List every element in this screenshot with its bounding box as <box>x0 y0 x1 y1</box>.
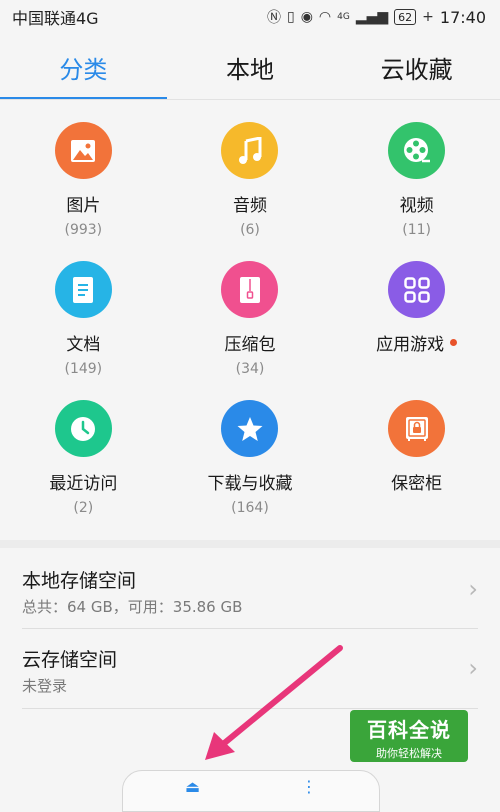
category-count: (149) <box>64 361 103 377</box>
section-separator <box>0 540 500 548</box>
category-label: 最近访问 <box>49 474 118 494</box>
category-count: (164) <box>231 500 269 516</box>
apps-icon <box>403 276 430 303</box>
category-label: 保密柜 <box>391 474 443 494</box>
star-icon <box>237 416 263 441</box>
watermark-logo: 百科全说 助你轻松解决 <box>350 710 468 762</box>
category-archives[interactable]: 压缩包 (34) <box>167 251 334 390</box>
category-label: 下载与收藏 <box>207 474 293 494</box>
local-storage-row[interactable]: 本地存储空间 总共：64 GB，可用：35.86 GB › <box>0 548 500 628</box>
cloud-storage-row[interactable]: 云存储空间 未登录 › <box>0 629 500 709</box>
charging-icon: + <box>422 9 434 25</box>
watermark-subtitle: 助你轻松解决 <box>376 747 442 760</box>
category-label: 图片 <box>66 196 101 216</box>
category-circle <box>388 400 446 457</box>
tab-local[interactable]: 本地 <box>167 34 334 100</box>
category-label: 应用游戏 <box>376 330 458 355</box>
category-count: (993) <box>64 222 103 238</box>
category-circle <box>388 261 446 318</box>
category-video[interactable]: 视频 (11) <box>333 112 500 251</box>
tab-cloud-favorites[interactable]: 云收藏 <box>333 34 500 100</box>
clock-time: 17:40 <box>439 7 486 27</box>
archive-icon <box>239 276 260 303</box>
category-circle <box>388 122 446 179</box>
category-label: 视频 <box>399 196 434 216</box>
category-circle <box>54 122 112 179</box>
category-circle <box>221 261 279 318</box>
document-icon <box>73 276 94 303</box>
category-count: (2) <box>73 500 94 516</box>
category-circle <box>54 400 112 457</box>
cloud-storage-title: 云存储空间 <box>22 649 118 671</box>
safe-icon <box>405 416 428 441</box>
row-divider <box>22 708 478 709</box>
category-downloads-favorites[interactable]: 下载与收藏 (164) <box>167 390 334 529</box>
category-circle <box>221 400 279 457</box>
new-badge-dot <box>450 339 458 346</box>
battery-indicator: 62 <box>394 9 417 25</box>
local-storage-summary: 总共：64 GB，可用：35.86 GB <box>22 598 243 616</box>
chevron-right-icon: › <box>468 654 478 682</box>
tab-bar: 分类 本地 云收藏 <box>0 34 500 100</box>
category-count: (11) <box>402 222 432 238</box>
category-audio[interactable]: 音频 (6) <box>167 112 334 251</box>
status-icons: Ⓝ ▯ ◉ ◠ 4G ▂▄▆ 62 + 17:40 <box>267 7 486 27</box>
storage-clean-icon[interactable]: ⏏ <box>185 777 200 796</box>
eye-icon: ◉ <box>300 9 313 25</box>
watermark-title: 百科全说 <box>367 718 451 742</box>
category-documents[interactable]: 文档 (149) <box>0 251 167 390</box>
category-circle <box>221 122 279 179</box>
clock-icon <box>71 416 96 441</box>
category-label: 文档 <box>66 335 101 355</box>
tab-categories[interactable]: 分类 <box>0 34 167 100</box>
category-label-text: 应用游戏 <box>376 335 445 355</box>
bottom-toolbar: ⏏ ⋮ <box>122 770 380 812</box>
wifi-icon: ◠ <box>318 9 332 25</box>
category-count: (6) <box>240 222 260 238</box>
tab-divider <box>0 99 500 100</box>
category-safe[interactable]: 保密柜 <box>333 390 500 529</box>
local-storage-title: 本地存储空间 <box>22 570 137 592</box>
cloud-storage-status: 未登录 <box>22 677 68 695</box>
carrier-label: 中国联通4G <box>12 9 99 28</box>
category-label: 压缩包 <box>224 335 276 355</box>
category-apps-games[interactable]: 应用游戏 <box>333 251 500 390</box>
category-label: 音频 <box>232 196 267 216</box>
category-count: (34) <box>235 361 265 377</box>
category-grid: 图片 (993) 音频 (6) 视频 (11) 文档 (149) 压缩包 (34… <box>0 112 500 529</box>
status-bar: 中国联通4G Ⓝ ▯ ◉ ◠ 4G ▂▄▆ 62 + 17:40 <box>0 0 500 34</box>
more-options-icon[interactable]: ⋮ <box>301 777 317 796</box>
music-icon <box>238 136 262 164</box>
nfc-icon: Ⓝ <box>266 10 281 26</box>
network-type-label: 4G <box>337 12 350 22</box>
category-images[interactable]: 图片 (993) <box>0 112 167 251</box>
image-icon <box>71 139 96 162</box>
signal-icon: ▂▄▆ <box>355 9 389 25</box>
vibrate-icon: ▯ <box>286 9 295 25</box>
category-recent[interactable]: 最近访问 (2) <box>0 390 167 529</box>
category-circle <box>54 261 112 318</box>
video-icon <box>403 137 430 162</box>
chevron-right-icon: › <box>468 575 478 603</box>
